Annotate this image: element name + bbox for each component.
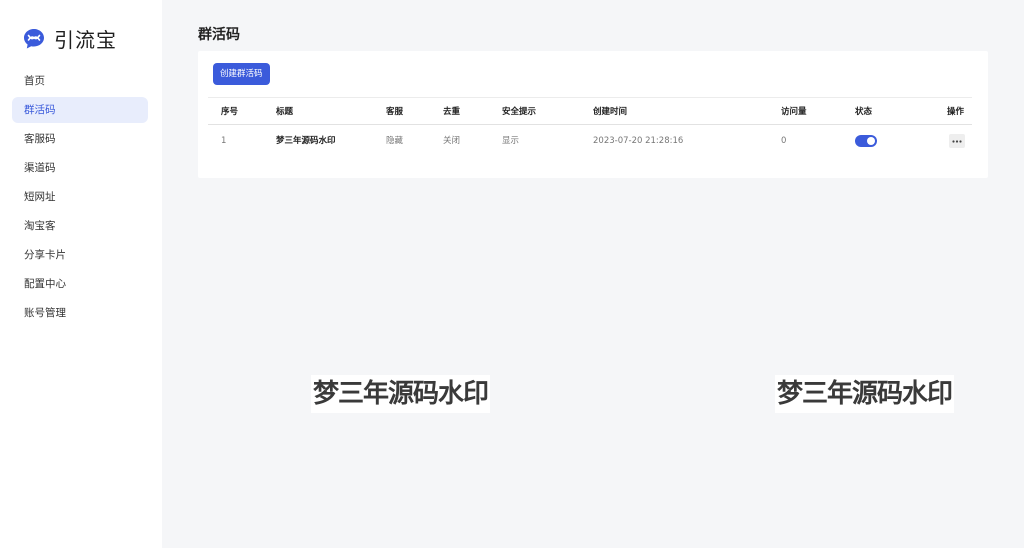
column-header-operations: 操作 xyxy=(947,107,965,117)
brand-logo[interactable]: 引流宝 xyxy=(22,24,117,53)
row-index: 1 xyxy=(221,136,227,146)
column-header-customer-service: 客服 xyxy=(386,107,404,117)
table-row: 1 梦三年源码水印 隐藏 关闭 显示 2023-07-20 21:28:16 0 xyxy=(208,127,972,155)
more-actions-button[interactable] xyxy=(949,134,965,148)
row-visits: 0 xyxy=(781,136,787,146)
column-header-title: 标题 xyxy=(276,107,294,117)
page-title: 群活码 xyxy=(198,27,240,43)
sidebar-item-short-url[interactable]: 短网址 xyxy=(12,184,148,210)
watermark-text: 梦三年源码水印 xyxy=(311,375,491,413)
sidebar: 引流宝 首页 群活码 客服码 渠道码 短网址 淘宝客 分享卡片 配置中心 账号管… xyxy=(0,0,162,548)
column-header-status: 状态 xyxy=(855,107,873,117)
sidebar-item-config-center[interactable]: 配置中心 xyxy=(12,271,148,297)
row-title: 梦三年源码水印 xyxy=(276,136,336,146)
row-created-at: 2023-07-20 21:28:16 xyxy=(593,136,684,146)
watermark-text: 梦三年源码水印 xyxy=(775,375,955,413)
content-card: 创建群活码 序号 标题 客服 去重 安全提示 创建时间 访问量 状态 操作 1 … xyxy=(198,51,988,178)
brand-name: 引流宝 xyxy=(54,28,117,52)
column-header-created-at: 创建时间 xyxy=(593,107,628,117)
toggle-knob xyxy=(867,137,875,145)
status-toggle[interactable] xyxy=(855,135,877,147)
sidebar-item-taobaoke[interactable]: 淘宝客 xyxy=(12,213,148,239)
create-group-qrcode-button[interactable]: 创建群活码 xyxy=(213,63,270,85)
sidebar-item-channel-qrcode[interactable]: 渠道码 xyxy=(12,155,148,181)
column-header-safety-tip: 安全提示 xyxy=(502,107,537,117)
sidebar-item-account-management[interactable]: 账号管理 xyxy=(12,300,148,326)
brand-chat-icon xyxy=(24,28,44,48)
table-header: 序号 标题 客服 去重 安全提示 创建时间 访问量 状态 操作 xyxy=(208,97,972,125)
column-header-index: 序号 xyxy=(221,107,239,117)
row-safety-tip: 显示 xyxy=(502,136,520,146)
sidebar-item-home[interactable]: 首页 xyxy=(12,68,148,94)
row-customer-service: 隐藏 xyxy=(386,136,404,146)
column-header-dedup: 去重 xyxy=(443,107,461,117)
more-horizontal-icon xyxy=(952,139,962,143)
column-header-visits: 访问量 xyxy=(781,107,807,117)
sidebar-menu: 首页 群活码 客服码 渠道码 短网址 淘宝客 分享卡片 配置中心 账号管理 xyxy=(12,68,148,329)
sidebar-item-share-card[interactable]: 分享卡片 xyxy=(12,242,148,268)
row-dedup: 关闭 xyxy=(443,136,461,146)
sidebar-item-group-qrcode[interactable]: 群活码 xyxy=(12,97,148,123)
sidebar-item-service-qrcode[interactable]: 客服码 xyxy=(12,126,148,152)
